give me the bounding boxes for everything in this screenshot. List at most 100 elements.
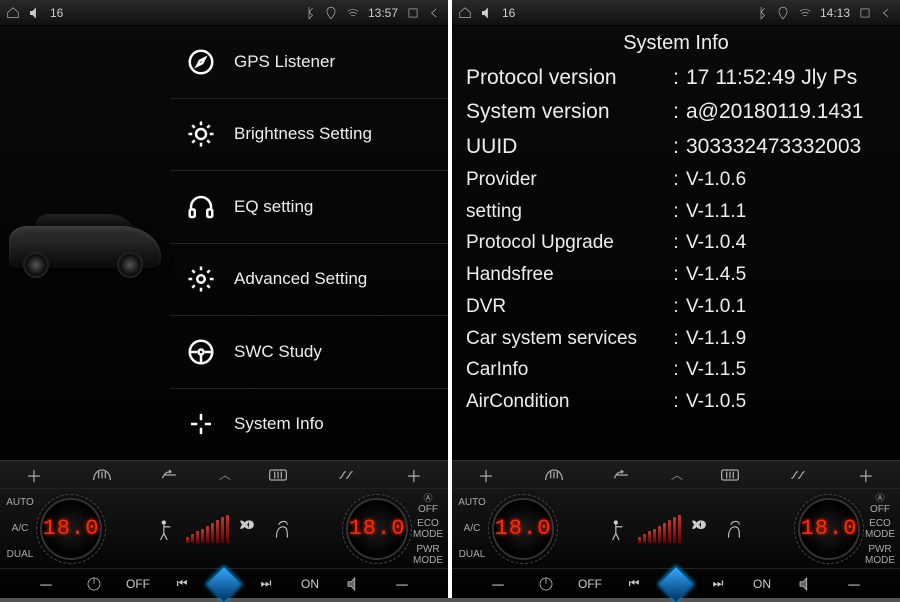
off-label: OFF — [575, 573, 605, 595]
system-info-list[interactable]: Protocol version:17 11:52:49 Jly PsSyste… — [452, 59, 900, 460]
fan-level-bars[interactable] — [638, 515, 681, 543]
on-label: ON — [295, 573, 325, 595]
temp-down-right[interactable]: － — [383, 573, 421, 595]
temp-value-left: 18.0 — [495, 516, 552, 541]
airflow-icon[interactable] — [779, 464, 817, 486]
temp-dial-left[interactable]: 18.0 — [492, 498, 554, 560]
info-value: V-1.1.5 — [686, 358, 886, 382]
nav-icon[interactable] — [658, 565, 695, 602]
defrost-front-icon[interactable] — [535, 464, 573, 486]
climate-bar: ＋ ︿ ＋ AUTO A/C DUAL 18.0 18.0 — [0, 460, 448, 598]
menu-system-info[interactable]: System Info — [170, 389, 448, 461]
info-colon: : — [666, 134, 686, 160]
fan-icon[interactable] — [235, 515, 263, 543]
back-icon[interactable] — [428, 6, 442, 20]
fan-icon[interactable] — [687, 515, 715, 543]
info-key: System version — [466, 99, 666, 125]
back-icon[interactable] — [880, 6, 894, 20]
next-track-icon[interactable]: ⏭ — [703, 573, 733, 595]
settings-menu: GPS Listener Brightness Setting EQ setti… — [170, 26, 448, 460]
info-value: 17 11:52:49 Jly Ps — [686, 65, 886, 91]
temp-dial-right[interactable]: 18.0 — [798, 498, 860, 560]
power-button[interactable] — [79, 573, 109, 595]
temp-down-left[interactable]: － — [27, 573, 65, 595]
expand-icon[interactable]: ︿ — [671, 466, 681, 483]
volume-icon[interactable] — [480, 6, 494, 20]
fan-level-bars[interactable] — [186, 515, 229, 543]
info-value: V-1.1.1 — [686, 200, 886, 224]
defrost-rear-icon[interactable] — [259, 464, 297, 486]
prev-track-icon[interactable]: ⏮ — [619, 573, 649, 595]
nav-icon[interactable] — [206, 565, 243, 602]
vent-seat-icon[interactable] — [721, 515, 749, 543]
temp-down-left[interactable]: － — [479, 573, 517, 595]
prev-track-icon[interactable]: ⏮ — [167, 573, 197, 595]
info-key: AirCondition — [466, 390, 666, 414]
temp-up-right[interactable]: ＋ — [395, 464, 433, 486]
wifi-icon — [798, 6, 812, 20]
bluetooth-icon — [302, 6, 316, 20]
mute-icon[interactable] — [339, 573, 369, 595]
mute-icon[interactable] — [791, 573, 821, 595]
brightness-icon — [184, 117, 218, 151]
status-bar: 16 14:13 — [452, 0, 900, 26]
headphones-icon — [184, 190, 218, 224]
home-icon[interactable] — [6, 6, 20, 20]
left-mode-labels: AUTO A/C DUAL — [452, 489, 492, 568]
vent-seat-icon[interactable] — [269, 515, 297, 543]
menu-label: Advanced Setting — [234, 269, 367, 289]
menu-advanced[interactable]: Advanced Setting — [170, 244, 448, 317]
car-illustration — [0, 26, 170, 460]
recents-icon[interactable] — [406, 6, 420, 20]
off-label: OFF — [123, 573, 153, 595]
vent-person-icon[interactable] — [604, 515, 632, 543]
info-key: Provider — [466, 168, 666, 192]
defrost-front-icon[interactable] — [83, 464, 121, 486]
info-row: Car system services:V-1.1.9 — [466, 323, 886, 355]
location-icon — [324, 6, 338, 20]
status-bar: 16 13:57 — [0, 0, 448, 26]
left-mode-labels: AUTO A/C DUAL — [0, 489, 40, 568]
temp-dial-left[interactable]: 18.0 — [40, 498, 102, 560]
info-value: V-1.0.6 — [686, 168, 886, 192]
info-colon: : — [666, 168, 686, 192]
menu-brightness[interactable]: Brightness Setting — [170, 99, 448, 172]
crosshair-icon — [184, 407, 218, 441]
vent-person-icon[interactable] — [152, 515, 180, 543]
temp-dial-right[interactable]: 18.0 — [346, 498, 408, 560]
recirculate-icon[interactable] — [151, 464, 189, 486]
info-value: V-1.0.4 — [686, 231, 886, 255]
temp-up-left[interactable]: ＋ — [467, 464, 505, 486]
power-button[interactable] — [531, 573, 561, 595]
temp-down-right[interactable]: － — [835, 573, 873, 595]
home-icon[interactable] — [458, 6, 472, 20]
info-key: CarInfo — [466, 358, 666, 382]
menu-label: GPS Listener — [234, 52, 335, 72]
info-value: V-1.4.5 — [686, 263, 886, 287]
menu-eq[interactable]: EQ setting — [170, 171, 448, 244]
steering-wheel-icon — [184, 335, 218, 369]
airflow-icon[interactable] — [327, 464, 365, 486]
info-key: DVR — [466, 295, 666, 319]
info-row: DVR:V-1.0.1 — [466, 291, 886, 323]
menu-swc[interactable]: SWC Study — [170, 316, 448, 389]
menu-label: Brightness Setting — [234, 124, 372, 144]
right-mode-labels: ⒶOFF ECOMODE PWRMODE — [860, 489, 900, 568]
recents-icon[interactable] — [858, 6, 872, 20]
menu-gps-listener[interactable]: GPS Listener — [170, 26, 448, 99]
volume-level: 16 — [50, 6, 63, 20]
info-colon: : — [666, 295, 686, 319]
menu-label: SWC Study — [234, 342, 322, 362]
info-row: Provider:V-1.0.6 — [466, 164, 886, 196]
info-key: setting — [466, 200, 666, 224]
info-colon: : — [666, 200, 686, 224]
temp-up-left[interactable]: ＋ — [15, 464, 53, 486]
menu-label: System Info — [234, 414, 324, 434]
volume-icon[interactable] — [28, 6, 42, 20]
temp-up-right[interactable]: ＋ — [847, 464, 885, 486]
info-key: Handsfree — [466, 263, 666, 287]
expand-icon[interactable]: ︿ — [219, 466, 229, 483]
defrost-rear-icon[interactable] — [711, 464, 749, 486]
next-track-icon[interactable]: ⏭ — [251, 573, 281, 595]
recirculate-icon[interactable] — [603, 464, 641, 486]
